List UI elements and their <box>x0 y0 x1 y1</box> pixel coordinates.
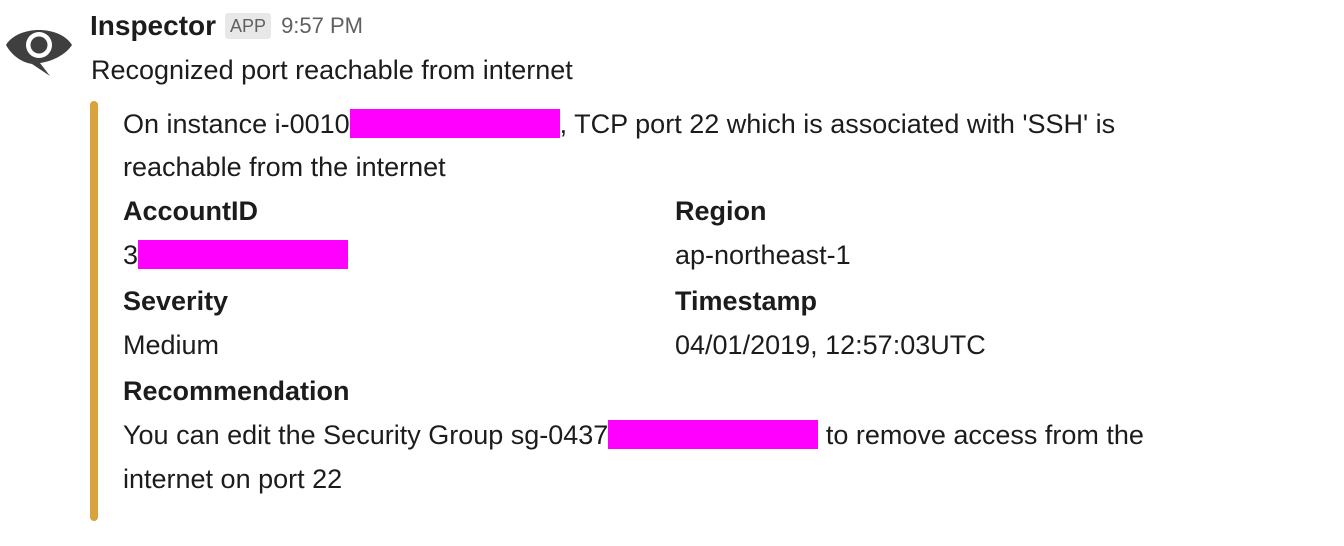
attachment-color-bar <box>90 101 98 521</box>
redaction-block <box>138 240 349 269</box>
field-severity: Severity Medium <box>123 279 675 367</box>
message-header: Inspector APP 9:57 PM <box>90 8 363 44</box>
field-value: 04/01/2019, 12:57:03UTC <box>675 330 986 360</box>
field-value: Medium <box>123 330 220 360</box>
field-value: You can edit the Security Group sg-0437 … <box>123 413 1223 501</box>
sender-name[interactable]: Inspector <box>90 10 216 42</box>
field-title: AccountID <box>123 196 258 226</box>
attachment-body: On instance i-0010, TCP port 22 which is… <box>123 103 1223 501</box>
redaction-block <box>608 420 819 449</box>
field-region: Region ap-northeast-1 <box>675 189 1223 277</box>
field-account-id: AccountID 3 <box>123 189 675 277</box>
attachment-fields: AccountID 3 Region ap-northeast-1 Severi… <box>123 189 1223 501</box>
description-prefix: On instance i-0010 <box>123 109 350 139</box>
field-title: Recommendation <box>123 376 350 406</box>
app-badge: APP <box>225 13 272 39</box>
message-attachment: On instance i-0010, TCP port 22 which is… <box>90 101 1250 521</box>
field-recommendation: Recommendation You can edit the Security… <box>123 369 1223 501</box>
inspector-eye-icon[interactable] <box>4 10 74 80</box>
account-id-prefix: 3 <box>123 240 139 270</box>
message-text: Recognized port reachable from internet <box>91 55 573 85</box>
redaction-block <box>349 109 560 138</box>
field-value: ap-northeast-1 <box>675 240 851 270</box>
field-title: Region <box>675 196 767 226</box>
field-title: Timestamp <box>675 286 818 316</box>
field-value: 3 <box>123 233 675 277</box>
recommendation-prefix: You can edit the Security Group sg-0437 <box>123 420 609 450</box>
message-timestamp[interactable]: 9:57 PM <box>281 13 363 39</box>
field-title: Severity <box>123 286 229 316</box>
field-timestamp: Timestamp 04/01/2019, 12:57:03UTC <box>675 279 1223 367</box>
attachment-description: On instance i-0010, TCP port 22 which is… <box>123 103 1223 189</box>
